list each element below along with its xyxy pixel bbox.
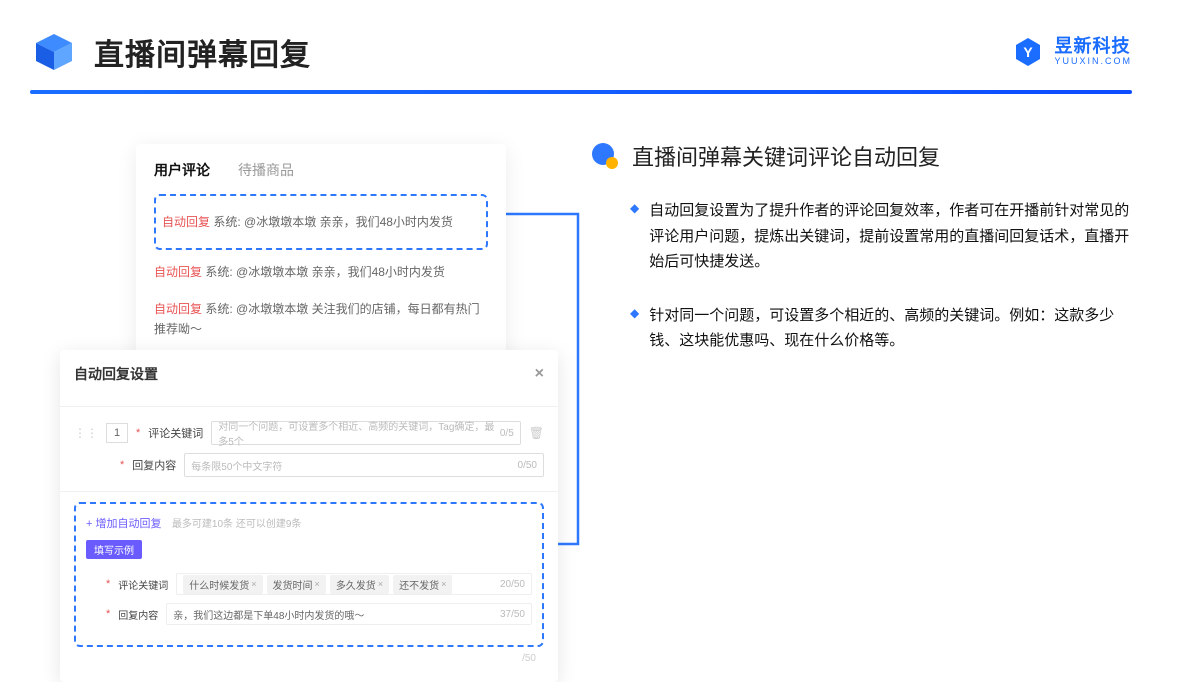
comment-text: @冰墩墩本墩 关注我们的店铺，每日都有热门推荐呦～: [154, 302, 480, 336]
reply-field-row: * 回复内容 每条限50个中文字符 0/50: [74, 453, 544, 477]
page-title: 直播间弹幕回复: [94, 30, 311, 74]
keyword-tag[interactable]: 发货时间×: [267, 575, 326, 594]
brand-cn: 昱新科技: [1054, 37, 1132, 57]
example-reply-input[interactable]: 亲，我们这边都是下单48小时内发货的哦～ 37/50: [166, 603, 532, 625]
left-column: 用户评论 待播商品 自动回复 系统: @冰墩墩本墩 亲亲，我们48小时内发货 自…: [60, 134, 560, 614]
sys-label: 系统:: [205, 302, 232, 316]
title-wrap: 直播间弹幕回复: [32, 30, 311, 74]
chat-bubble-icon: [590, 141, 620, 171]
required-dot: *: [106, 608, 110, 620]
sys-label: 系统:: [205, 265, 232, 279]
comment-text: @冰墩墩本墩 亲亲，我们48小时内发货: [244, 215, 453, 229]
trash-icon[interactable]: 🗑: [529, 426, 544, 440]
tag-remove-icon[interactable]: ×: [441, 579, 446, 589]
example-reply-row: * 回复内容 亲，我们这边都是下单48小时内发货的哦～ 37/50: [86, 603, 532, 625]
brand: Y 昱新科技 YUUXIN.COM: [1012, 36, 1132, 68]
rule-index: 1: [106, 423, 128, 443]
comment-panel: 用户评论 待播商品 自动回复 系统: @冰墩墩本墩 亲亲，我们48小时内发货 自…: [136, 144, 506, 366]
right-column: 直播间弹幕关键词评论自动回复 ◆ 自动回复设置为了提升作者的评论回复效率，作者可…: [590, 134, 1132, 614]
tab-user-comments[interactable]: 用户评论: [154, 160, 210, 180]
counter: 0/5: [500, 428, 514, 439]
counter: 0/50: [518, 460, 537, 471]
keyword-tag[interactable]: 多久发货×: [330, 575, 389, 594]
bullet-text: 针对同一个问题，可设置多个相近的、高频的关键词。例如：这款多少钱、这块能优惠吗、…: [649, 303, 1132, 354]
settings-panel: 自动回复设置 × ⋮⋮ 1 * 评论关键词 对同一个问题，可设置多个相近、高频的…: [60, 350, 558, 682]
drag-handle-icon[interactable]: ⋮⋮: [74, 426, 98, 440]
comment-row: 自动回复 系统: @冰墩墩本墩 亲亲，我们48小时内发货: [162, 204, 480, 240]
example-badge: 填写示例: [86, 540, 142, 559]
counter: 37/50: [500, 609, 525, 620]
bullet-text: 自动回复设置为了提升作者的评论回复效率，作者可在开播前针对常见的评论用户问题，提…: [649, 198, 1132, 275]
tags-host: 什么时候发货× 发货时间×多久发货×还不发货×: [183, 575, 456, 594]
tag-remove-icon[interactable]: ×: [315, 579, 320, 589]
sys-label: 系统:: [213, 215, 240, 229]
page-header: 直播间弹幕回复 Y 昱新科技 YUUXIN.COM: [0, 0, 1180, 84]
add-rule-note: 最多可建10条 还可以创建9条: [172, 519, 301, 530]
divider: [60, 406, 558, 407]
right-heading-row: 直播间弹幕关键词评论自动回复: [590, 140, 1132, 172]
divider: [60, 491, 558, 492]
keyword-tag[interactable]: 什么时候发货×: [183, 575, 262, 594]
right-heading: 直播间弹幕关键词评论自动回复: [632, 140, 940, 172]
comment-row: 自动回复 系统: @冰墩墩本墩 亲亲，我们48小时内发货: [154, 254, 488, 290]
tag-remove-icon[interactable]: ×: [378, 579, 383, 589]
tabbar: 用户评论 待播商品: [154, 160, 488, 180]
auto-reply-tag: 自动回复: [154, 265, 202, 279]
svg-text:Y: Y: [1024, 44, 1034, 60]
auto-reply-tag: 自动回复: [154, 302, 202, 316]
cube-icon: [32, 30, 76, 74]
reply-input[interactable]: 每条限50个中文字符 0/50: [184, 453, 544, 477]
field-label: 回复内容: [132, 457, 176, 473]
required-dot: *: [120, 459, 124, 471]
settings-title: 自动回复设置: [74, 364, 158, 384]
highlighted-comment: 自动回复 系统: @冰墩墩本墩 亲亲，我们48小时内发货: [154, 194, 488, 250]
keyword-tag[interactable]: 还不发货×: [393, 575, 452, 594]
keyword-field-row: ⋮⋮ 1 * 评论关键词 对同一个问题，可设置多个相近、高频的关键词，Tag确定…: [74, 421, 544, 445]
auto-reply-tag: 自动回复: [162, 215, 210, 229]
close-icon[interactable]: ×: [535, 365, 544, 383]
counter: 20/50: [500, 579, 525, 590]
diamond-bullet-icon: ◆: [630, 306, 639, 354]
add-rule-row: + 增加自动回复 最多可建10条 还可以创建9条: [86, 514, 532, 532]
diamond-bullet-icon: ◆: [630, 201, 639, 275]
brand-en: YUUXIN.COM: [1054, 57, 1132, 67]
placeholder-text: 对同一个问题，可设置多个相近、高频的关键词，Tag确定，最多5个: [218, 418, 500, 448]
tag-remove-icon[interactable]: ×: [251, 579, 256, 589]
settings-header: 自动回复设置 ×: [74, 364, 544, 392]
placeholder-text: 每条限50个中文字符: [191, 458, 282, 473]
outer-counter: /50: [74, 653, 544, 664]
required-dot: *: [106, 578, 110, 590]
example-block: + 增加自动回复 最多可建10条 还可以创建9条 填写示例 * 评论关键词 什么…: [74, 502, 544, 647]
field-label: 回复内容: [118, 607, 158, 622]
bullet-item: ◆ 针对同一个问题，可设置多个相近的、高频的关键词。例如：这款多少钱、这块能优惠…: [590, 303, 1132, 354]
keyword-input[interactable]: 对同一个问题，可设置多个相近、高频的关键词，Tag确定，最多5个 0/5: [211, 421, 520, 445]
tab-pending-goods[interactable]: 待播商品: [238, 160, 294, 180]
example-reply-value: 亲，我们这边都是下单48小时内发货的哦～: [173, 607, 364, 622]
bullet-item: ◆ 自动回复设置为了提升作者的评论回复效率，作者可在开播前针对常见的评论用户问题…: [590, 198, 1132, 275]
comment-row: 自动回复 系统: @冰墩墩本墩 关注我们的店铺，每日都有热门推荐呦～: [154, 291, 488, 348]
example-keyword-input[interactable]: 什么时候发货× 发货时间×多久发货×还不发货× 20/50: [176, 573, 532, 595]
add-rule-link[interactable]: + 增加自动回复: [86, 518, 161, 530]
field-label: 评论关键词: [148, 425, 203, 441]
brand-logo-icon: Y: [1012, 36, 1044, 68]
field-label: 评论关键词: [118, 577, 168, 592]
example-keyword-row: * 评论关键词 什么时候发货× 发货时间×多久发货×还不发货× 20/50: [86, 573, 532, 595]
required-dot: *: [136, 427, 140, 439]
comment-text: @冰墩墩本墩 亲亲，我们48小时内发货: [236, 265, 445, 279]
